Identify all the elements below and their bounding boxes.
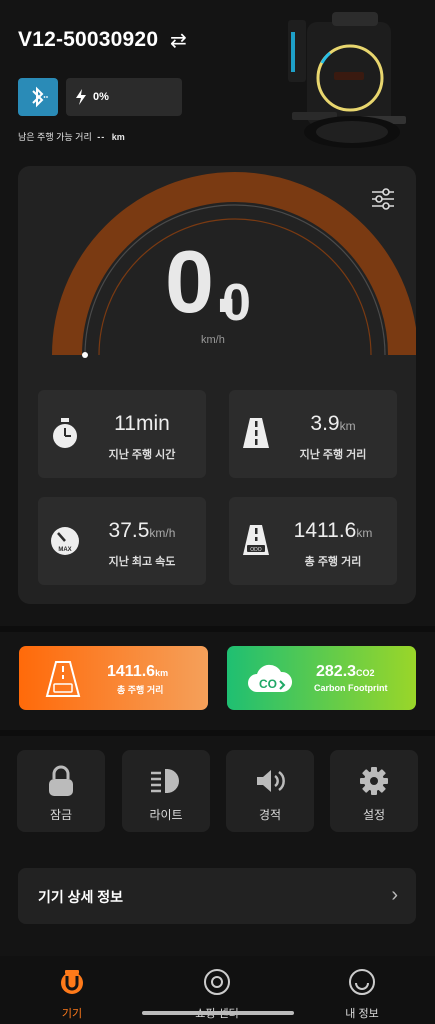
range-label: 남은 주행 가능 거리 — [18, 132, 92, 142]
device-detail-label: 기기 상세 정보 — [38, 889, 124, 905]
device-name[interactable]: V12-50030920 — [18, 28, 158, 52]
range-unit: km — [111, 132, 125, 142]
settings-button[interactable]: 설정 — [330, 750, 418, 832]
battery-percent: 0% — [93, 91, 109, 103]
unicycle-image — [288, 12, 406, 148]
range-value: -- — [97, 132, 106, 142]
horn-icon — [257, 770, 285, 792]
stat-value: 37.5 — [108, 519, 150, 542]
stat-unit: km — [356, 526, 373, 540]
promo-label: 총 주행 거리 — [117, 685, 164, 695]
stat-unit: km/h — [149, 526, 176, 540]
carbon-footprint-card[interactable]: CO 282.3CO2 Carbon Footprint — [227, 646, 416, 710]
swap-device-icon[interactable]: ⇄ — [170, 28, 187, 53]
speed-unit: km/h — [201, 334, 225, 346]
nav-label: 기기 — [61, 1008, 83, 1020]
stat-total-distance: ODO 1411.6km 총 주행 거리 — [229, 497, 397, 585]
stat-last-top-speed: MAX 37.5km/h 지난 최고 속도 — [38, 497, 206, 585]
nav-device[interactable]: 기기 — [32, 968, 112, 1021]
shop-icon — [204, 969, 230, 995]
nav-label: 내 정보 — [345, 1008, 379, 1020]
stat-unit: km — [339, 419, 356, 433]
stat-value: 1411.6 — [293, 519, 357, 542]
stat-last-ride-time: 11min 지난 주행 시간 — [38, 390, 206, 478]
promo-value: 282.3 — [316, 663, 357, 680]
lock-label: 잠금 — [49, 808, 73, 822]
stat-value: 3.9 — [310, 412, 340, 435]
promo-unit: km — [155, 668, 169, 678]
promo-value: 1411.6 — [107, 663, 156, 680]
device-detail-row[interactable]: 기기 상세 정보 › — [18, 868, 416, 924]
stat-label: 지난 최고 속도 — [108, 556, 176, 568]
stat-label: 지난 주행 거리 — [299, 449, 367, 461]
promo-unit: CO2 — [356, 668, 375, 678]
chevron-right-icon: › — [391, 884, 398, 906]
total-distance-card[interactable]: 1411.6km 총 주행 거리 — [19, 646, 208, 710]
bluetooth-icon — [32, 86, 48, 108]
horn-button[interactable]: 경적 — [226, 750, 314, 832]
speed-decimal: 0 — [222, 274, 251, 332]
stat-value: 11 — [114, 412, 136, 435]
lock-button[interactable]: 잠금 — [17, 750, 105, 832]
nav-profile[interactable]: 내 정보 — [322, 968, 402, 1021]
headlight-icon — [151, 769, 179, 793]
gear-icon — [360, 767, 388, 795]
sliders-settings-icon[interactable] — [370, 186, 396, 212]
stat-label: 총 주행 거리 — [304, 556, 362, 568]
promo-label: Carbon Footprint — [314, 683, 388, 693]
stat-unit: min — [135, 412, 170, 435]
profile-icon — [349, 969, 375, 995]
lock-icon — [49, 765, 73, 796]
settings-label: 설정 — [362, 808, 386, 822]
divider — [0, 626, 435, 632]
home-indicator[interactable] — [142, 1011, 294, 1015]
stat-last-ride-distance: 3.9km 지난 주행 거리 — [229, 390, 397, 478]
light-label: 라이트 — [149, 808, 183, 822]
lightning-icon — [76, 89, 86, 105]
bluetooth-button[interactable] — [18, 78, 58, 116]
stat-label: 지난 주행 시간 — [108, 449, 176, 461]
remaining-range: 남은 주행 가능 거리 -- km — [18, 130, 125, 143]
device-icon — [61, 970, 83, 994]
svg-text:CO: CO — [259, 677, 277, 691]
cloud-co2-icon: CO — [248, 664, 293, 692]
divider — [0, 730, 435, 736]
light-button[interactable]: 라이트 — [122, 750, 210, 832]
battery-indicator: 0% — [66, 78, 182, 116]
horn-label: 경적 — [258, 808, 282, 822]
odometer-road-icon — [45, 661, 81, 697]
